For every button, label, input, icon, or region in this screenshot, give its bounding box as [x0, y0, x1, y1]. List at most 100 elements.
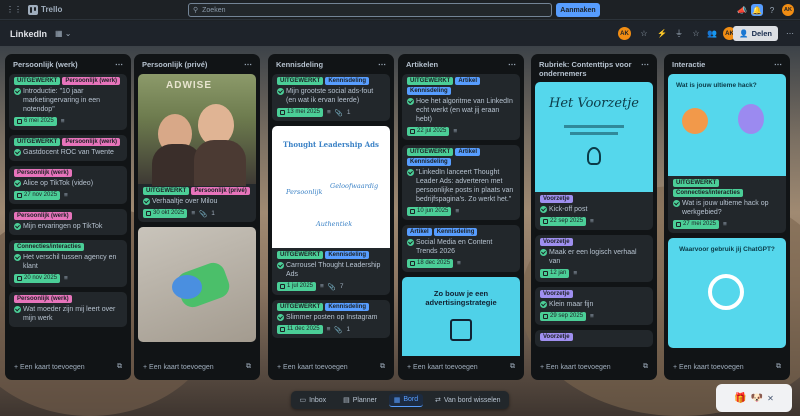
card-label[interactable]: Persoonlijk (werk) [14, 295, 72, 303]
mascot-widget[interactable]: 🎁 🐶 ✕ [716, 384, 792, 412]
more-icon[interactable]: ⋯ [784, 27, 796, 39]
card-label[interactable]: Persoonlijk (werk) [14, 212, 72, 220]
star-icon[interactable]: ☆ [638, 27, 650, 39]
card[interactable]: UITGEWERKT Artikel Kennisdeling Hoe het alg… [402, 74, 520, 140]
card-label[interactable]: UITGEWERKT [277, 77, 324, 85]
card-label[interactable]: UITGEWERKT [14, 138, 61, 146]
inbox-button[interactable]: ▭ Inbox [294, 394, 331, 406]
add-card-button[interactable]: + Een kaart toevoegen ⧉ [668, 360, 786, 374]
check-icon[interactable] [14, 223, 21, 230]
card[interactable]: UITGEWERKT Persoonlijk (werk) Gastdocent R… [9, 135, 127, 161]
megaphone-icon[interactable]: 📣 [736, 4, 748, 16]
board-member-avatar[interactable]: AK [618, 27, 631, 40]
search-input[interactable]: ⚲ Zoeken [188, 3, 552, 17]
card-label[interactable]: Connecties/interacties [14, 243, 85, 251]
list-title[interactable]: Rubriek: Contenttips voor ondernemers [539, 60, 641, 78]
card-label[interactable]: Kennisdeling [325, 303, 370, 311]
app-switcher-icon[interactable]: ⋮⋮ [6, 5, 22, 14]
card[interactable]: Thought Leadership Ads Persoonlijk Geloofw… [272, 126, 390, 295]
card-label[interactable]: Kennisdeling [433, 228, 478, 236]
check-icon[interactable] [673, 200, 680, 207]
card[interactable]: Voorzetje [535, 330, 653, 347]
check-icon[interactable] [540, 301, 547, 308]
board-title[interactable]: LinkedIn [10, 29, 47, 39]
add-card-button[interactable]: + Een kaart toevoegen ⧉ [9, 360, 127, 374]
card-label[interactable]: Voorzetje [540, 195, 573, 203]
template-icon[interactable]: ⧉ [643, 363, 648, 371]
card-label[interactable]: Persoonlijk (privé) [191, 187, 250, 195]
card[interactable]: UITGEWERKT Kennisdeling Mijn grootste soci… [272, 74, 390, 121]
due-date-badge[interactable]: 20 nov 2025 [14, 274, 61, 283]
card[interactable]: Het Voorzetje Voorzetje Kick-off post 22 se… [535, 82, 653, 230]
card[interactable]: Zo bouw je een advertisingstrategie [402, 277, 520, 356]
card-label[interactable]: Voorzetje [540, 333, 573, 341]
trello-logo[interactable]: Trello [28, 4, 62, 15]
list-title[interactable]: Artikelen [406, 60, 438, 69]
user-avatar[interactable]: AK [782, 4, 794, 16]
filter-icon[interactable]: ⏚ [673, 27, 685, 39]
check-icon[interactable] [407, 98, 414, 105]
card[interactable]: Persoonlijk (werk) Mijn ervaringen op Tik… [9, 209, 127, 235]
add-card-button[interactable]: + Een kaart toevoegen ⧉ [138, 360, 256, 374]
card-label[interactable]: Artikel [455, 77, 481, 85]
bell-icon[interactable]: 🔔 [751, 4, 763, 16]
card[interactable]: UITGEWERKT Persoonlijk (werk) Introductie:… [9, 74, 127, 130]
check-icon[interactable] [14, 254, 21, 261]
card-label[interactable]: Kennisdeling [325, 251, 370, 259]
card[interactable]: UITGEWERKT Kennisdeling Slimmer posten op … [272, 300, 390, 338]
card-label[interactable]: Voorzetje [540, 238, 573, 246]
card-label[interactable]: UITGEWERKT [407, 77, 454, 85]
card-label[interactable]: Kennisdeling [407, 87, 451, 95]
board-view-icon[interactable]: ▦ ⌄ [55, 29, 71, 38]
card[interactable]: Voorzetje Maak er een logisch verhaal van… [535, 235, 653, 282]
more-icon[interactable]: ⋯ [244, 60, 252, 69]
planner-button[interactable]: ▤ Planner [338, 394, 382, 406]
check-icon[interactable] [540, 249, 547, 256]
list-title[interactable]: Kennisdeling [276, 60, 323, 69]
card-label[interactable]: Kennisdeling [407, 158, 451, 166]
check-icon[interactable] [277, 88, 284, 95]
list-title[interactable]: Persoonlijk (privé) [142, 60, 207, 69]
star-outline-icon[interactable]: ☆ [690, 27, 702, 39]
check-icon[interactable] [277, 314, 284, 321]
due-date-badge[interactable]: 27 mei 2025 [673, 220, 720, 229]
card-label[interactable]: UITGEWERKT [407, 148, 454, 156]
card[interactable]: Artikel Kennisdeling Social Media en Conte… [402, 225, 520, 272]
card[interactable]: Wat is jouw ultieme hack? UITGEWERKT Conne… [668, 74, 786, 233]
check-icon[interactable] [143, 198, 150, 205]
due-date-badge[interactable]: 1 jul 2025 [277, 282, 317, 291]
check-icon[interactable] [14, 149, 21, 156]
due-date-badge[interactable]: 22 sep 2025 [540, 217, 587, 226]
check-icon[interactable] [14, 180, 21, 187]
switch-board-button[interactable]: ⇄ Van bord wisselen [430, 394, 506, 406]
add-card-button[interactable]: + Een kaart toevoegen ⧉ [272, 360, 390, 374]
due-date-badge[interactable]: 29 sep 2025 [540, 312, 587, 321]
card[interactable]: Connecties/interacties Het verschil tusse… [9, 240, 127, 287]
due-date-badge[interactable]: 27 nov 2025 [14, 191, 61, 200]
card-label[interactable]: Artikel [407, 228, 432, 236]
list-title[interactable]: Persoonlijk (werk) [13, 60, 78, 69]
template-icon[interactable]: ⧉ [380, 363, 385, 371]
card-label[interactable]: Voorzetje [540, 290, 573, 298]
check-icon[interactable] [407, 169, 414, 176]
check-icon[interactable] [277, 262, 284, 269]
lightning-icon[interactable]: ⚡ [656, 27, 668, 39]
board-button[interactable]: ▦ Bord [388, 393, 424, 407]
due-date-badge[interactable]: 22 jul 2025 [407, 127, 450, 136]
check-icon[interactable] [540, 206, 547, 213]
card[interactable]: Persoonlijk (werk) Alice op TikTok (video… [9, 166, 127, 204]
card[interactable]: Waarvoor gebruik jij ChatGPT? [668, 238, 786, 348]
card[interactable]: UITGEWERKT Artikel Kennisdeling "LinkedIn l… [402, 145, 520, 220]
due-date-badge[interactable]: 18 dec 2025 [407, 259, 454, 268]
add-card-button[interactable]: + Een kaart toevoegen ⧉ [402, 360, 520, 374]
more-icon[interactable]: ⋯ [641, 60, 649, 69]
add-card-button[interactable]: + Een kaart toevoegen ⧉ [535, 360, 653, 374]
card-label[interactable]: Persoonlijk (werk) [62, 138, 121, 146]
due-date-badge[interactable]: 13 mei 2025 [277, 108, 324, 117]
template-icon[interactable]: ⧉ [510, 363, 515, 371]
create-button[interactable]: Aanmaken [556, 3, 600, 17]
check-icon[interactable] [407, 239, 414, 246]
more-icon[interactable]: ⋯ [774, 60, 782, 69]
people-icon[interactable]: 👥 [706, 27, 718, 39]
check-icon[interactable] [14, 88, 21, 95]
